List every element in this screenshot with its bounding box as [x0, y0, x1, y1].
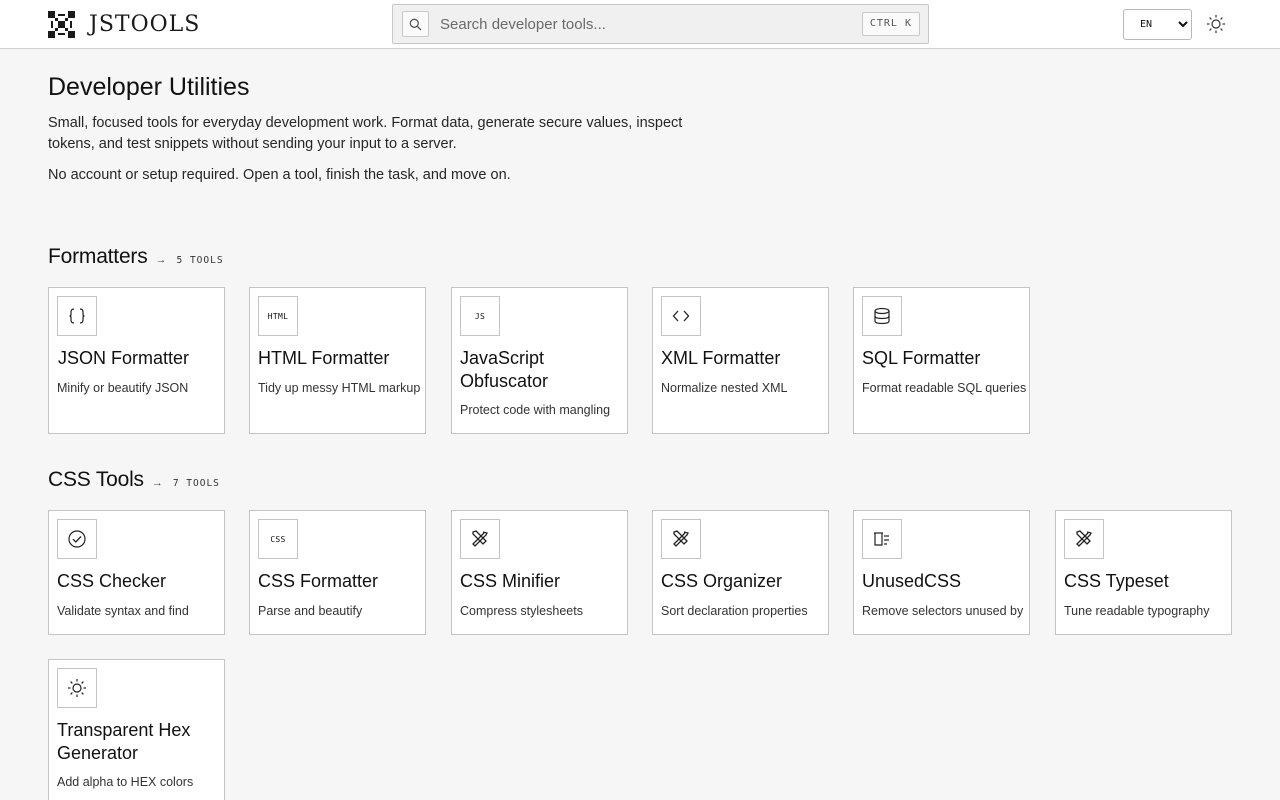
brand-name: JSTOOLS: [89, 12, 201, 37]
page-note: No account or setup required. Open a too…: [48, 167, 511, 183]
tool-description: Tidy up messy HTML markup: [258, 381, 421, 395]
tool-title: JSON Formatter: [58, 348, 190, 368]
tool-count: 7 TOOLS: [172, 478, 220, 489]
tool-description: Format readable SQL queries: [862, 381, 1027, 395]
tool-title: JavaScript Obfuscator: [460, 348, 549, 391]
tool-title: CSS Checker: [57, 571, 167, 591]
tool-description: Minify or beautify JSON: [57, 381, 189, 395]
tool-description: Sort declaration properties: [661, 604, 808, 618]
tools-icon: [460, 519, 500, 559]
tool-card-unusedcss[interactable]: UnusedCSS Remove selectors unused by: [853, 510, 1030, 635]
tool-title: Transparent Hex Generator: [57, 720, 191, 763]
search-shortcut-hint: CTRL K: [861, 12, 920, 36]
tool-card-css-typeset[interactable]: CSS Typeset Tune readable typography: [1055, 510, 1232, 635]
search-input[interactable]: [440, 11, 840, 37]
tool-title: CSS Typeset: [1064, 571, 1169, 591]
tool-title: XML Formatter: [661, 348, 781, 368]
section-header-formatters[interactable]: Formatters → 5 TOOLS: [48, 245, 224, 269]
tools-icon: [661, 519, 701, 559]
search-bar: CTRL K: [392, 4, 929, 44]
tool-card-json-formatter[interactable]: JSON Formatter Minify or beautify JSON: [48, 287, 225, 434]
tool-description: Validate syntax and find: [57, 604, 189, 618]
tool-title: CSS Formatter: [258, 571, 379, 591]
section-title: CSS Tools: [48, 468, 144, 491]
brand-logo[interactable]: JSTOOLS: [48, 11, 200, 38]
tool-card-css-minifier[interactable]: CSS Minifier Compress stylesheets: [451, 510, 628, 635]
top-bar: JSTOOLS CTRL K EN: [0, 0, 1280, 49]
tool-title: CSS Organizer: [661, 571, 783, 591]
tool-description: Tune readable typography: [1064, 604, 1210, 618]
tool-title: HTML Formatter: [258, 348, 390, 368]
tool-card-transparent-hex-generator[interactable]: Transparent Hex Generator Add alpha to H…: [48, 659, 225, 800]
clear-list-icon: [862, 519, 902, 559]
page-description: Small, focused tools for everyday develo…: [48, 115, 683, 152]
code-icon: [661, 296, 701, 336]
arrow-right-icon: →: [155, 254, 167, 266]
tools-icon: [1064, 519, 1104, 559]
tool-description: Remove selectors unused by: [862, 604, 1024, 618]
tool-card-html-formatter[interactable]: HTML HTML Formatter Tidy up messy HTML m…: [249, 287, 426, 434]
tool-description: Parse and beautify: [258, 604, 363, 618]
js-icon: JS: [460, 296, 500, 336]
check-circle-icon: [57, 519, 97, 559]
tool-title: CSS Minifier: [460, 571, 561, 591]
database-icon: [862, 296, 902, 336]
tool-title: SQL Formatter: [862, 348, 981, 368]
css-icon: CSS: [258, 519, 298, 559]
js-icon-label: JS: [474, 311, 486, 321]
section-header-css-tools[interactable]: CSS Tools → 7 TOOLS: [48, 468, 220, 492]
tool-description: Compress stylesheets: [460, 604, 583, 618]
tool-card-sql-formatter[interactable]: SQL Formatter Format readable SQL querie…: [853, 287, 1030, 434]
html-icon: HTML: [258, 296, 298, 336]
tool-description: Add alpha to HEX colors: [57, 775, 194, 789]
language-select[interactable]: EN: [1123, 9, 1192, 40]
braces-icon: [57, 296, 97, 336]
tool-card-css-organizer[interactable]: CSS Organizer Sort declaration propertie…: [652, 510, 829, 635]
sun-icon: [57, 668, 97, 708]
tool-card-javascript-obfuscator[interactable]: JS JavaScript Obfuscator Protect code wi…: [451, 287, 628, 434]
css-icon-label: CSS: [270, 534, 286, 544]
section-title: Formatters: [48, 245, 148, 268]
tool-title: UnusedCSS: [862, 571, 962, 591]
theme-toggle-button[interactable]: [1204, 12, 1228, 36]
html-icon-label: HTML: [267, 311, 289, 321]
tool-card-css-formatter[interactable]: CSS CSS Formatter Parse and beautify: [249, 510, 426, 635]
tool-card-css-checker[interactable]: CSS Checker Validate syntax and find: [48, 510, 225, 635]
arrow-right-icon: →: [151, 477, 163, 489]
page-title: Developer Utilities: [48, 73, 250, 101]
search-icon[interactable]: [402, 11, 429, 37]
logo-mark-icon: [48, 11, 75, 38]
tool-card-xml-formatter[interactable]: XML Formatter Normalize nested XML: [652, 287, 829, 434]
tool-description: Normalize nested XML: [661, 381, 788, 395]
tool-count: 5 TOOLS: [176, 255, 224, 266]
sun-icon: [1207, 15, 1225, 33]
tool-description: Protect code with mangling: [460, 403, 611, 417]
